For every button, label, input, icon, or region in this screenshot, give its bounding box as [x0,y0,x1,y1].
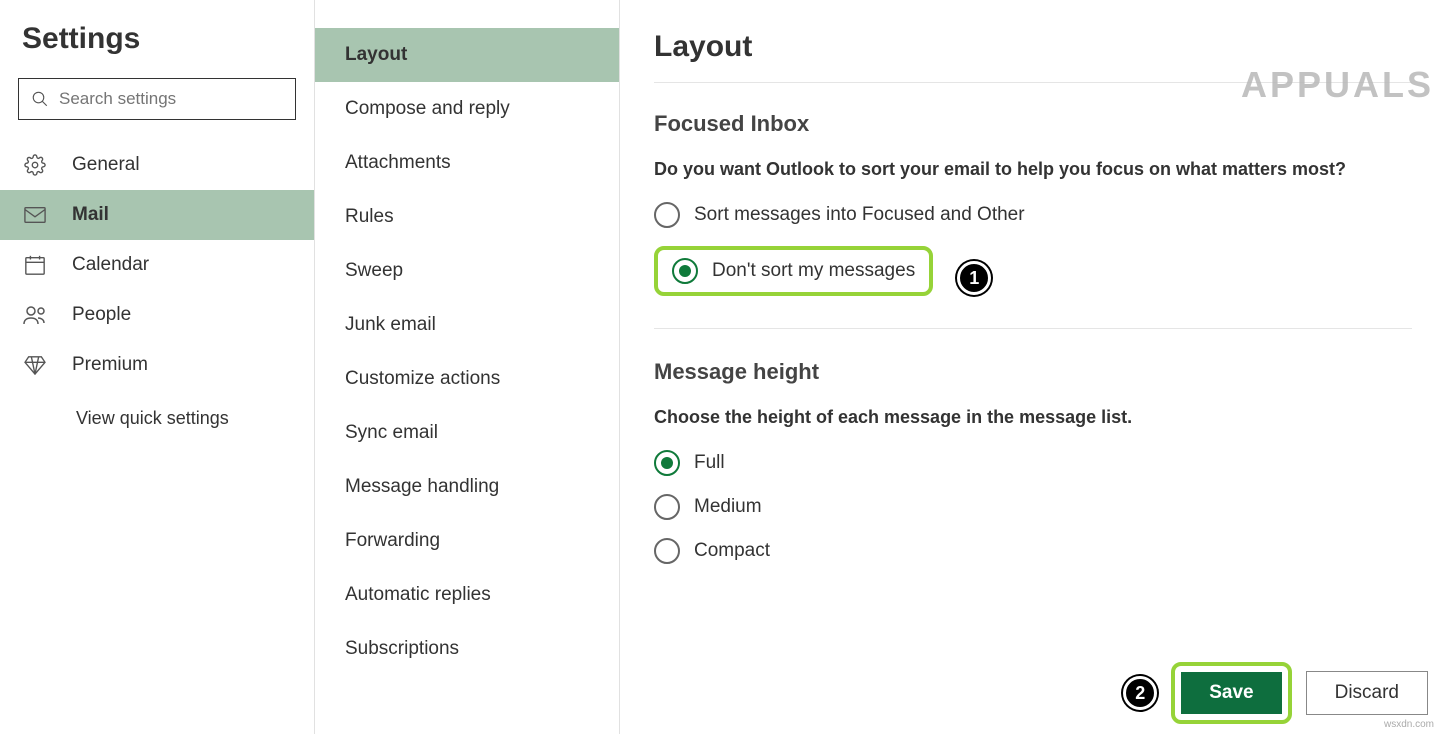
radio-label: Sort messages into Focused and Other [694,204,1025,226]
mid-item-autoreplies[interactable]: Automatic replies [315,568,619,622]
sidebar-primary: Settings General Mail Calendar People [0,0,315,734]
radio-height-medium[interactable]: Medium [654,494,1412,520]
mid-item-junk[interactable]: Junk email [315,298,619,352]
watermark-logo: APPUALS [1241,64,1434,106]
nav-item-general[interactable]: General [0,140,314,190]
message-height-desc: Choose the height of each message in the… [654,407,1412,428]
highlight-dont-sort: Don't sort my messages 1 [654,246,1412,310]
gear-icon [22,154,48,176]
discard-button[interactable]: Discard [1306,671,1428,715]
radio-label: Don't sort my messages [712,260,915,282]
mid-item-attachments[interactable]: Attachments [315,136,619,190]
mail-icon [22,204,48,226]
section-message-height: Message height Choose the height of each… [654,359,1412,600]
radio-label: Full [694,452,725,474]
search-container [18,78,296,120]
focused-inbox-desc: Do you want Outlook to sort your email t… [654,159,1412,180]
radio-icon[interactable] [654,202,680,228]
callout-badge-2: 2 [1123,676,1157,710]
nav-item-mail[interactable]: Mail [0,190,314,240]
radio-height-full[interactable]: Full [654,450,1412,476]
radio-label: Compact [694,540,770,562]
mid-item-handling[interactable]: Message handling [315,460,619,514]
sidebar-secondary: Layout Compose and reply Attachments Rul… [315,0,620,734]
nav-label: Mail [72,204,109,226]
nav-item-premium[interactable]: Premium [0,340,314,390]
mid-item-rules[interactable]: Rules [315,190,619,244]
nav-label: General [72,154,140,176]
mid-item-sync[interactable]: Sync email [315,406,619,460]
mid-item-customize[interactable]: Customize actions [315,352,619,406]
content-pane: APPUALS Layout Focused Inbox Do you want… [620,0,1442,734]
calendar-icon [22,254,48,276]
diamond-icon [22,354,48,376]
nav-label: Premium [72,354,148,376]
page-title: Settings [0,22,314,56]
section-focused-inbox: Focused Inbox Do you want Outlook to sor… [654,111,1412,329]
radio-icon[interactable] [672,258,698,284]
radio-icon[interactable] [654,494,680,520]
radio-icon[interactable] [654,538,680,564]
callout-badge-1: 1 [957,261,991,295]
mid-item-forwarding[interactable]: Forwarding [315,514,619,568]
highlight-save: Save [1171,662,1291,724]
radio-label: Medium [694,496,762,518]
save-button[interactable]: Save [1181,672,1281,714]
radio-dont-sort[interactable]: Don't sort my messages [672,258,915,284]
focused-inbox-heading: Focused Inbox [654,111,1412,137]
footer-buttons: 2 Save Discard [1099,662,1428,724]
search-icon [31,89,49,109]
mid-item-layout[interactable]: Layout [315,28,619,82]
radio-height-compact[interactable]: Compact [654,538,1412,564]
radio-sort-focused[interactable]: Sort messages into Focused and Other [654,202,1412,228]
nav-label: People [72,304,131,326]
mid-item-sweep[interactable]: Sweep [315,244,619,298]
watermark-sub: wsxdn.com [1384,719,1434,730]
people-icon [22,304,48,326]
nav-label: Calendar [72,254,149,276]
mid-item-compose[interactable]: Compose and reply [315,82,619,136]
nav-item-calendar[interactable]: Calendar [0,240,314,290]
radio-icon[interactable] [654,450,680,476]
nav-item-people[interactable]: People [0,290,314,340]
message-height-heading: Message height [654,359,1412,385]
search-input[interactable] [59,89,283,109]
mid-item-subscriptions[interactable]: Subscriptions [315,622,619,676]
search-box[interactable] [18,78,296,120]
view-quick-settings-link[interactable]: View quick settings [0,390,314,447]
